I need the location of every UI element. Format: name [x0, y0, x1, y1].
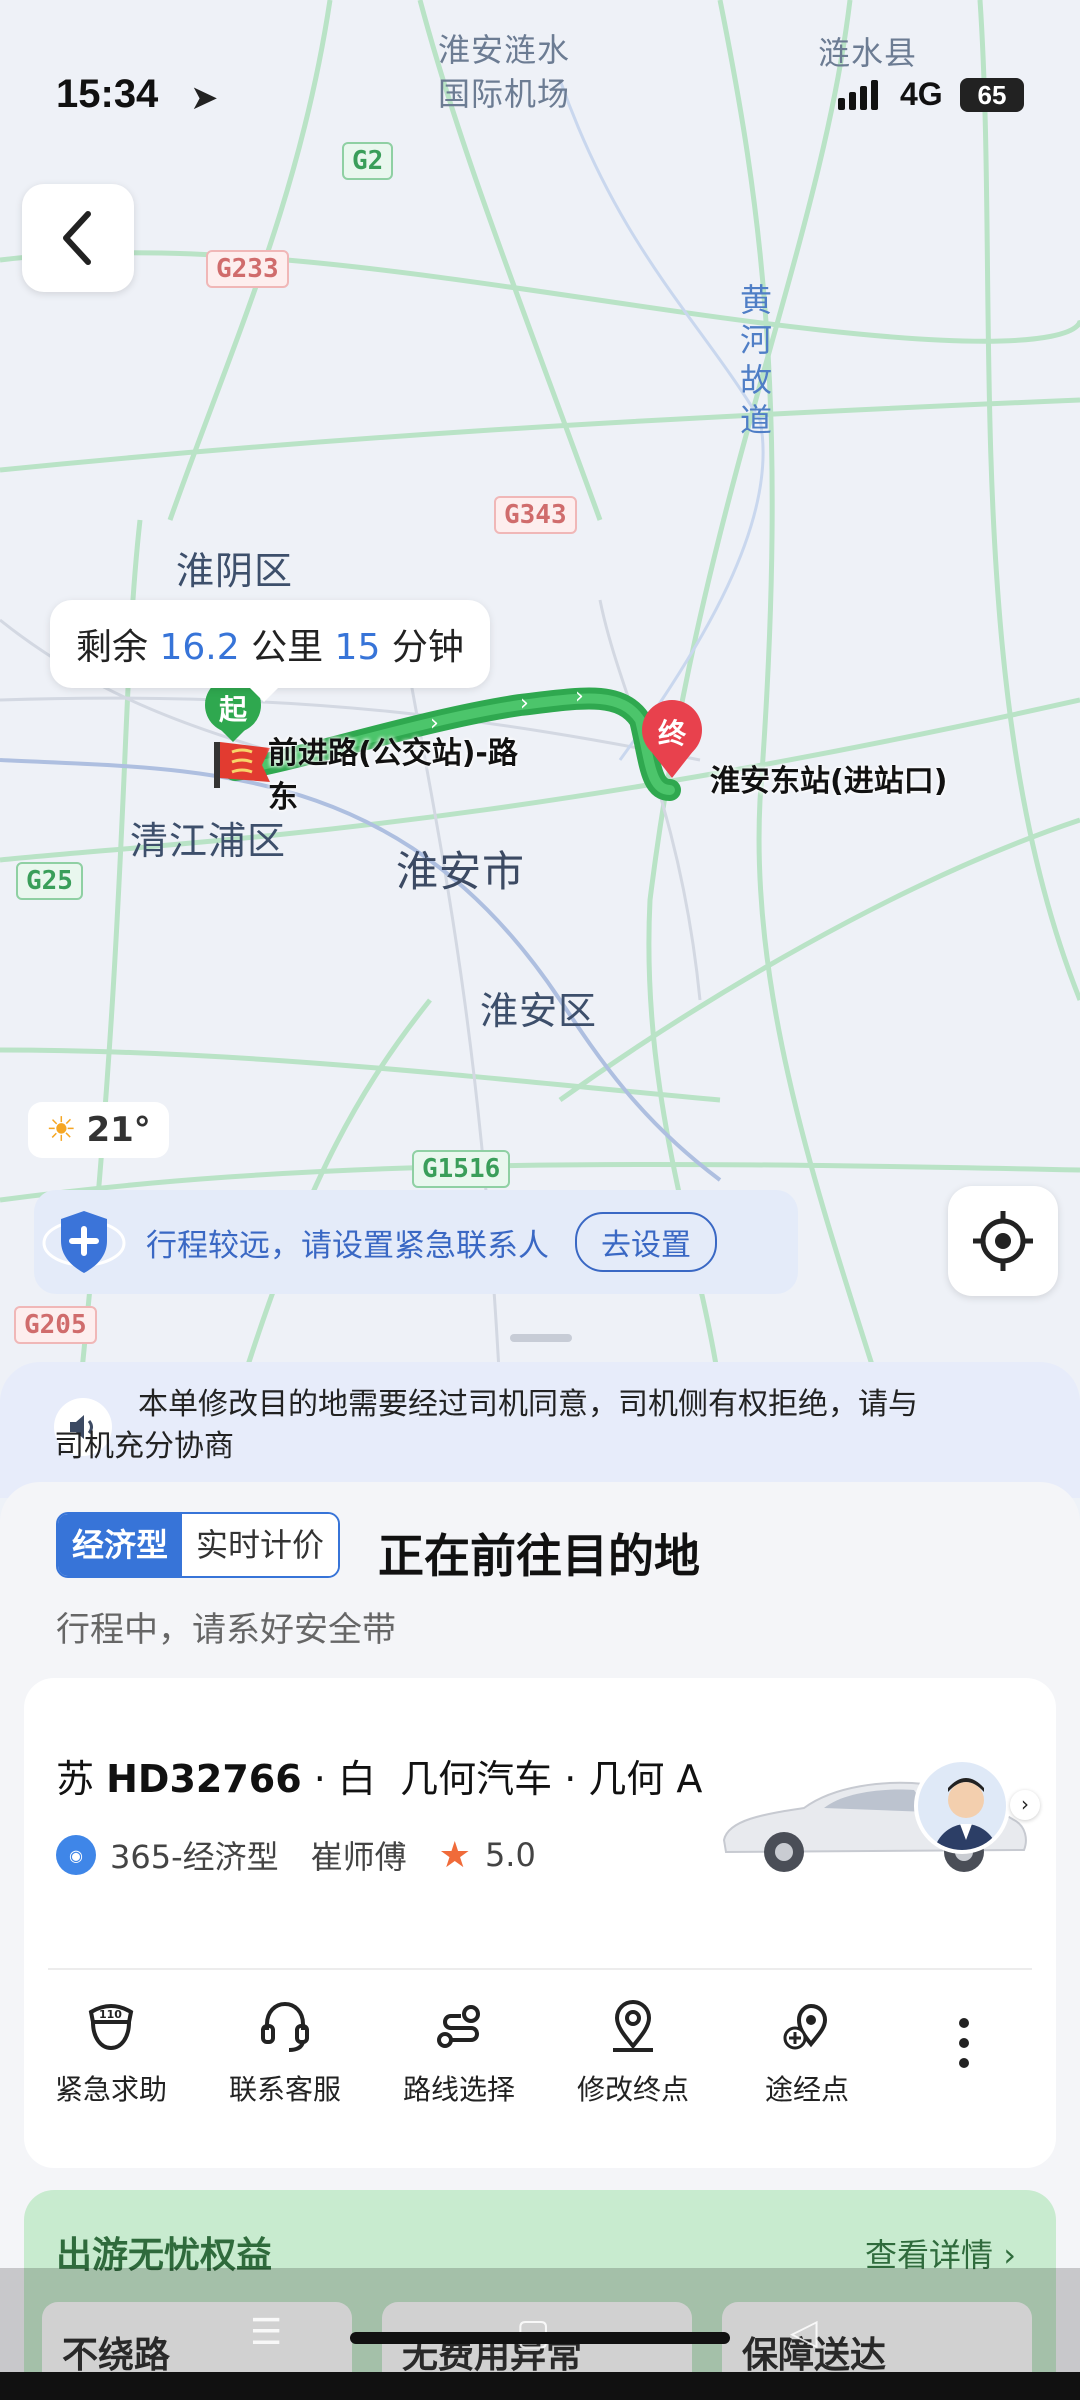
remaining-minutes: 15: [334, 627, 381, 668]
end-label: 淮安东站(进站口): [710, 764, 948, 799]
emergency-text: 行程较远，请设置紧急联系人: [146, 1227, 549, 1264]
chevron-right-icon[interactable]: ›: [1010, 1790, 1040, 1820]
car-info: 苏 HD32766 · 白 几何汽车 · 几何 A: [56, 1757, 703, 1801]
huaian-district-label: 淮安区: [480, 989, 598, 1033]
trip-status-subtitle: 行程中，请系好安全带: [56, 1610, 396, 1650]
locate-me-button[interactable]: [948, 1186, 1058, 1296]
road-shield-g233: G233: [206, 250, 289, 288]
signal-icon: [838, 80, 878, 110]
road-shield-g1516: G1516: [412, 1150, 511, 1188]
route-summary-bubble: 剩余 16.2 公里 15 分钟: [50, 600, 490, 702]
notice-line1: 本单修改目的地需要经过司机同意，司机侧有权拒绝，请与: [138, 1387, 918, 1422]
car-model: 几何汽车 · 几何 A: [400, 1757, 703, 1801]
locate-icon: [973, 1211, 1033, 1271]
network-type: 4G: [900, 76, 943, 112]
driver-avatar[interactable]: [914, 1758, 1010, 1854]
status-bar: 15:34 ➤ 4G 65: [0, 0, 1080, 120]
huaian-city-label: 淮安市: [396, 847, 526, 896]
road-shield-g343: G343: [494, 496, 577, 534]
status-time: 15:34: [56, 72, 159, 116]
start-label: 前进路(公交站)-路 东: [268, 736, 518, 815]
driver-rating: 5.0: [484, 1836, 536, 1874]
add-waypoint-icon: [783, 2003, 828, 2050]
road-shield-g25: G25: [16, 862, 83, 900]
notice-line2: 司机充分协商: [54, 1429, 234, 1464]
service-logo-icon: ◉: [56, 1835, 96, 1875]
back-button[interactable]: [22, 184, 134, 292]
police-110-icon: 110: [88, 2004, 134, 2051]
map-view[interactable]: › › › 淮安涟水 国际机场 涟水县 黄河故道 淮阴区 清江浦区 淮安市 淮安…: [0, 0, 1080, 1390]
sheet-drag-handle[interactable]: [510, 1334, 572, 1342]
location-arrow-icon: ➤: [190, 78, 219, 118]
divider: [48, 1968, 1032, 1970]
sun-icon: ☀: [46, 1110, 77, 1150]
ride-type-label: 经济型: [58, 1514, 183, 1576]
star-icon: ★: [438, 1834, 471, 1876]
set-emergency-contact-button[interactable]: 去设置: [575, 1212, 717, 1272]
contact-support-button[interactable]: 联系客服: [198, 1998, 372, 2108]
road-shield-g205: G205: [14, 1306, 97, 1344]
temperature: 21°: [86, 1110, 151, 1150]
add-waypoint-button[interactable]: 途经点: [720, 1998, 894, 2108]
driver-car-card: 苏 HD32766 · 白 几何汽车 · 几何 A ◉ 365-经济型 崔师傅 …: [24, 1678, 1056, 2168]
end-marker-text: 终: [657, 717, 686, 750]
notice-banner: 本单修改目的地需要经过司机同意，司机侧有权拒绝，请与 司机充分协商: [0, 1362, 1080, 1498]
back-nav-icon[interactable]: ◁: [790, 2312, 818, 2353]
action-bar: 110 紧急求助 联系客服 路线选择 修改终点 途经点: [24, 1998, 1056, 2108]
change-destination-button[interactable]: 修改终点: [546, 1998, 720, 2108]
svg-text:110: 110: [99, 2008, 122, 2021]
service-type: 365-经济型: [110, 1838, 279, 1876]
menu-icon[interactable]: ☰: [250, 2312, 282, 2353]
huanghe-label: 黄河故道: [740, 281, 774, 439]
trip-status-title: 正在前往目的地: [378, 1529, 700, 1583]
qingjiangpu-label: 清江浦区: [130, 819, 287, 863]
battery-icon: 65: [960, 78, 1024, 112]
home-indicator[interactable]: [350, 2332, 730, 2344]
plate-number: HD32766: [106, 1757, 302, 1801]
ride-type-tag: 经济型 实时计价: [56, 1512, 341, 1578]
location-pin-icon: [613, 1999, 653, 2052]
emergency-help-button[interactable]: 110 紧急求助: [24, 1998, 198, 2108]
huaiyin-label: 淮阴区: [176, 549, 294, 593]
route-select-button[interactable]: 路线选择: [372, 1998, 546, 2108]
weather-widget[interactable]: ☀ 21°: [28, 1102, 169, 1158]
more-options-button[interactable]: [954, 2018, 974, 2068]
chevron-left-icon: [63, 211, 91, 265]
pricing-label: 实时计价: [182, 1514, 339, 1576]
bottom-edge: [0, 2372, 1080, 2400]
driver-name: 崔师傅: [310, 1838, 407, 1876]
remaining-distance: 16.2: [159, 627, 240, 668]
driver-info: ◉ 365-经济型 崔师傅 ★ 5.0: [56, 1832, 536, 1878]
route-icon: [437, 2005, 480, 2048]
emergency-contact-banner[interactable]: 行程较远，请设置紧急联系人 去设置: [34, 1190, 798, 1294]
safety-shield-icon: [34, 1192, 134, 1292]
road-shield-g2: G2: [342, 142, 394, 180]
svg-text:›: ›: [520, 691, 529, 716]
headset-icon: [261, 2001, 309, 2052]
svg-text:›: ›: [575, 684, 584, 709]
start-marker-text: 起: [218, 693, 247, 726]
